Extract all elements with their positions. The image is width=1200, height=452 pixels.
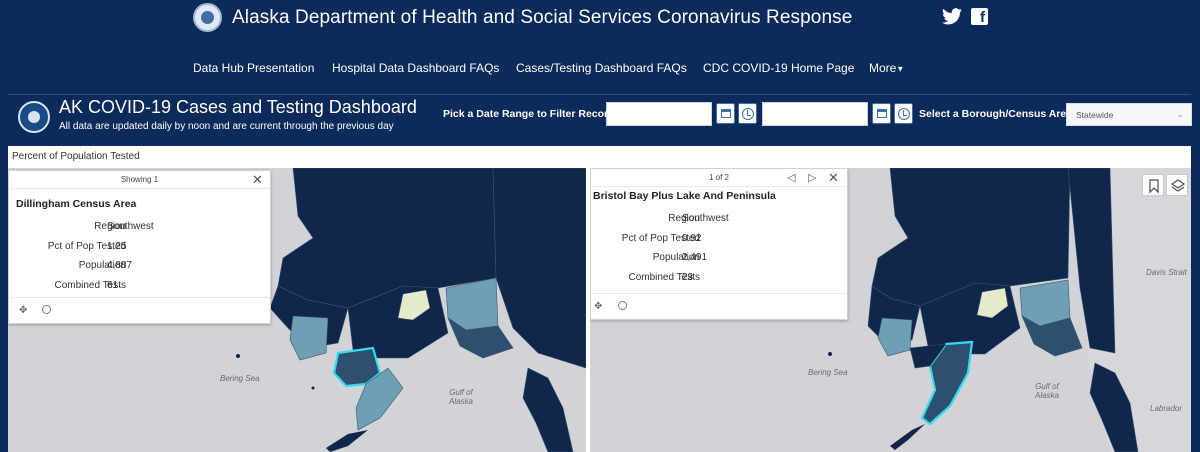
popup-header: Showing 1 ✕ <box>9 171 270 189</box>
dashboard-seal-icon <box>18 101 50 133</box>
pan-icon[interactable]: ✥ <box>594 301 605 312</box>
end-time-button[interactable] <box>894 103 913 124</box>
map-label-gulf-of-alaska: Gulf of Alaska <box>448 388 473 406</box>
popup-row-value: 23 <box>682 272 694 283</box>
close-icon[interactable]: ✕ <box>252 172 263 188</box>
popup-row-value: 1.25 <box>107 241 127 252</box>
close-icon[interactable]: ✕ <box>828 170 839 186</box>
clock-icon <box>898 108 910 120</box>
site-header: Alaska Department of Health and Social S… <box>0 0 1200 87</box>
start-time-button[interactable] <box>738 103 757 124</box>
clock-icon <box>742 108 754 120</box>
popup-header: 1 of 2 ◁ ▷ ✕ <box>591 169 847 187</box>
zoom-to-icon[interactable] <box>618 301 627 310</box>
chevron-down-icon: ⌄ <box>1176 109 1184 119</box>
popup-row-value: Southwest <box>682 213 729 224</box>
pan-icon[interactable]: ✥ <box>19 305 30 316</box>
borough-select[interactable]: Statewide ⌄ <box>1066 103 1192 126</box>
popup-feature-name: Bristol Bay Plus Lake And Peninsula <box>593 190 776 202</box>
map-label-gulf-of-alaska: Gulf of Alaska <box>1034 382 1059 400</box>
popup-row-value: 4,887 <box>107 260 133 271</box>
nav-more-dropdown[interactable]: More▼ <box>869 61 904 75</box>
dashboard-subtitle: All data are updated daily by noon and a… <box>59 121 394 132</box>
borough-select-value: Statewide <box>1076 110 1114 120</box>
date-range-label: Pick a Date Range to Filter Records <box>443 108 621 120</box>
map-view-right[interactable]: Bering Sea Gulf of Alaska Davis Strait L… <box>590 168 1191 452</box>
nav-hospital-data-faqs[interactable]: Hospital Data Dashboard FAQs <box>332 61 499 75</box>
popup-footer: ✥ <box>9 297 270 323</box>
calendar-icon <box>721 109 731 118</box>
end-calendar-button[interactable] <box>872 103 891 124</box>
layers-icon <box>1170 179 1186 192</box>
nav-data-hub-presentation[interactable]: Data Hub Presentation <box>193 61 314 75</box>
site-title[interactable]: Alaska Department of Health and Social S… <box>232 7 852 29</box>
popup-row-value: Southwest <box>107 221 154 232</box>
map-panel: Percent of Population Tested Bering Sea … <box>8 146 1191 452</box>
start-calendar-button[interactable] <box>716 103 735 124</box>
map-label-labrador: Labrador <box>1150 404 1183 413</box>
map-label-bering-sea: Bering Sea <box>220 374 260 383</box>
caret-down-icon: ▼ <box>896 64 905 74</box>
bookmark-button[interactable] <box>1142 174 1164 196</box>
zoom-to-icon[interactable] <box>42 305 51 314</box>
state-seal-logo[interactable] <box>193 3 222 32</box>
popup-row-value: 61 <box>107 280 119 291</box>
popup-footer: ✥ <box>591 293 847 319</box>
map-view-left[interactable]: Bering Sea Gulf of Alaska Showing 1 ✕ Di… <box>8 168 586 452</box>
popup-feature-name: Dillingham Census Area <box>16 198 137 210</box>
dashboard-title: AK COVID-19 Cases and Testing Dashboard <box>59 97 417 117</box>
popup-count: Showing 1 <box>120 175 159 184</box>
nav-cases-testing-faqs[interactable]: Cases/Testing Dashboard FAQs <box>516 61 687 75</box>
start-date-input[interactable] <box>606 102 712 126</box>
map-label-bering-sea: Bering Sea <box>808 368 848 377</box>
calendar-icon <box>877 109 887 118</box>
previous-feature-icon[interactable]: ◁ <box>787 171 795 184</box>
next-feature-icon[interactable]: ▷ <box>808 171 816 184</box>
borough-select-label: Select a Borough/Census Area: <box>919 108 1076 120</box>
panel-title: Percent of Population Tested <box>12 151 140 162</box>
feature-popup-right: 1 of 2 ◁ ▷ ✕ Bristol Bay Plus Lake And P… <box>590 168 848 320</box>
popup-row-value: 0.92 <box>682 233 702 244</box>
main-nav: Data Hub Presentation Hospital Data Dash… <box>0 61 1200 77</box>
end-date-input[interactable] <box>762 102 868 126</box>
dashboard-header: AK COVID-19 Cases and Testing Dashboard … <box>8 94 1192 138</box>
nav-cdc-home-page[interactable]: CDC COVID-19 Home Page <box>703 61 854 75</box>
twitter-icon[interactable] <box>942 8 962 26</box>
layers-button[interactable] <box>1166 174 1188 196</box>
map-label-davis-strait: Davis Strait <box>1146 268 1187 277</box>
popup-row-value: 2,491 <box>682 252 708 263</box>
bookmark-icon <box>1149 179 1159 194</box>
feature-popup-left: Showing 1 ✕ Dillingham Census Area Regio… <box>8 170 271 324</box>
facebook-icon[interactable]: f <box>971 8 988 26</box>
nav-more-label: More <box>869 61 897 75</box>
